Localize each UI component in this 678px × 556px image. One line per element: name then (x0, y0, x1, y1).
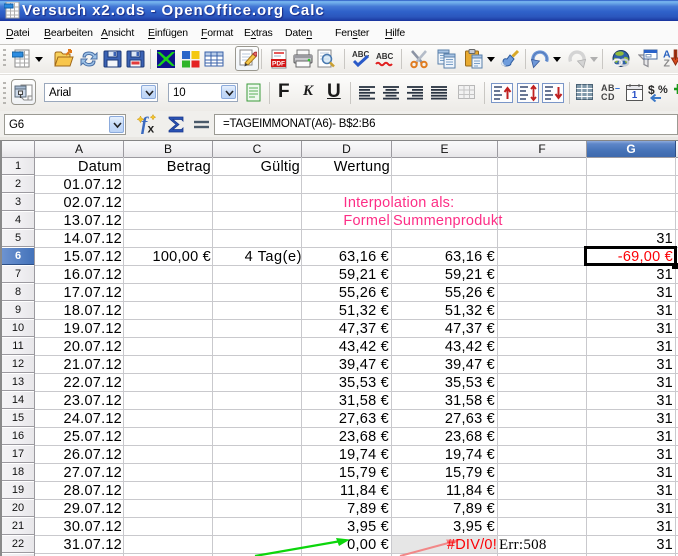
svg-text:ABC: ABC (376, 52, 394, 61)
svg-text:1: 1 (632, 90, 638, 101)
svg-text:%: % (658, 84, 668, 96)
svg-text:PDF: PDF (272, 61, 285, 68)
svg-text:Z: Z (664, 58, 671, 68)
svg-text:x: x (148, 122, 155, 136)
